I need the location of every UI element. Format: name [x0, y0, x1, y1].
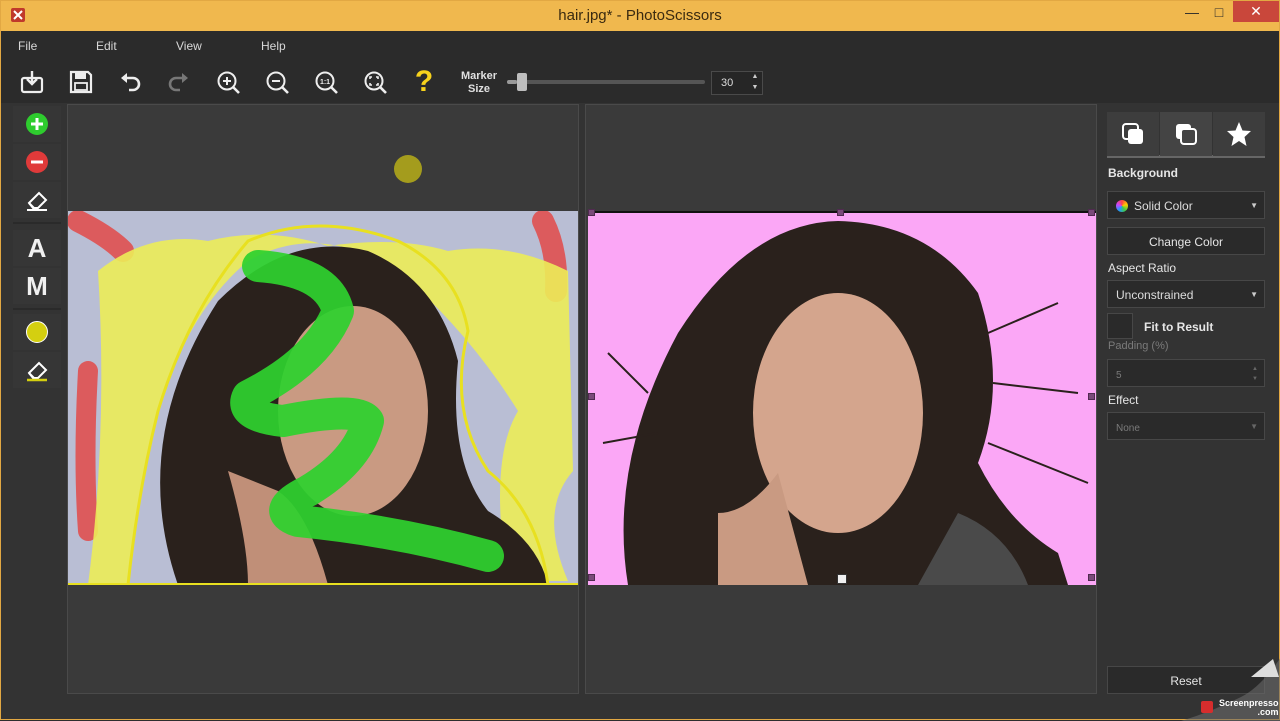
marker-size-label: Marker Size: [454, 70, 504, 96]
zoom-in-icon: [217, 71, 240, 94]
crop-handle[interactable]: [1088, 209, 1095, 216]
tab-background[interactable]: [1107, 112, 1159, 156]
marker-size-slider[interactable]: [507, 80, 705, 84]
save-button[interactable]: [64, 65, 98, 99]
redo-icon: [168, 73, 188, 92]
close-button[interactable]: ✕: [1233, 1, 1279, 22]
padding-value: 5: [1116, 370, 1122, 381]
keep-marker-button[interactable]: [13, 106, 61, 142]
redo-button[interactable]: [162, 65, 196, 99]
help-icon: ?: [414, 65, 434, 98]
watermark-text: Screenpresso .com: [1219, 699, 1279, 717]
zoom-actual-button[interactable]: 1:1: [309, 65, 343, 99]
tab-foreground[interactable]: [1160, 112, 1212, 156]
aspect-ratio-dropdown[interactable]: Unconstrained ▼: [1107, 280, 1265, 308]
marker-size-slider-thumb[interactable]: [516, 73, 527, 91]
effect-dropdown[interactable]: None ▼: [1107, 412, 1265, 440]
marker-size-spinner[interactable]: ▲ ▼: [747, 71, 763, 95]
toolbar: 1:1 ? Marker Size 30 ▲ ▼: [1, 61, 1279, 103]
crop-handle[interactable]: [1088, 393, 1095, 400]
zoom-actual-label: 1:1: [320, 79, 330, 86]
minimize-button[interactable]: —: [1177, 1, 1207, 25]
tool-separator: [13, 222, 61, 224]
app-window: hair.jpg* - PhotoScissors — □ ✕ File Edi…: [0, 0, 1280, 721]
padding-spinner[interactable]: ▲ ▼: [1252, 364, 1258, 384]
watermark-line2: .com: [1257, 707, 1279, 717]
zoom-in-button[interactable]: [211, 65, 245, 99]
eraser-button[interactable]: [13, 182, 61, 218]
effects-tab-icon: [1227, 122, 1251, 146]
undo-button[interactable]: [113, 65, 147, 99]
fit-to-result-checkbox[interactable]: [1107, 313, 1133, 339]
aspect-ratio-value: Unconstrained: [1116, 288, 1194, 302]
change-color-button[interactable]: Change Color: [1107, 227, 1265, 255]
result-photo-image: [588, 213, 1096, 585]
marker-size-label-line1: Marker: [460, 70, 498, 82]
zoom-fit-icon: [364, 71, 387, 94]
maximize-button[interactable]: □: [1205, 1, 1233, 25]
marker-color-button[interactable]: [13, 314, 61, 350]
marker-color-swatch: [26, 321, 48, 343]
chevron-down-icon: ▼: [1250, 290, 1258, 299]
source-photo[interactable]: [68, 211, 578, 585]
background-tab-icon: [1122, 123, 1143, 144]
menu-help[interactable]: Help: [261, 39, 286, 53]
crop-handle[interactable]: [837, 209, 844, 216]
marker-size-slider-fill: [507, 80, 517, 84]
result-photo[interactable]: [588, 211, 1096, 585]
panel-tabs: [1107, 112, 1265, 158]
eraser-icon: [27, 361, 48, 382]
tool-palette: A M: [9, 104, 65, 694]
plus-circle-icon: [26, 113, 48, 135]
open-button[interactable]: [15, 65, 49, 99]
source-photo-image: [68, 211, 578, 583]
fit-to-result-label: Fit to Result: [1144, 320, 1214, 334]
remove-marker-button[interactable]: [13, 144, 61, 180]
zoom-fit-button[interactable]: [358, 65, 392, 99]
help-button[interactable]: ?: [407, 65, 441, 99]
background-type-value: Solid Color: [1134, 199, 1193, 213]
effect-value: None: [1116, 423, 1140, 434]
auto-mode-button[interactable]: A: [13, 230, 61, 266]
marker-eraser-button[interactable]: [13, 352, 61, 388]
save-icon: [69, 70, 93, 94]
title-bar: hair.jpg* - PhotoScissors — □ ✕: [1, 1, 1279, 31]
tool-separator: [13, 308, 61, 310]
foreground-tab-icon: [1176, 124, 1197, 145]
minus-circle-icon: [26, 151, 48, 173]
result-canvas[interactable]: [585, 104, 1097, 694]
manual-mode-button[interactable]: M: [13, 268, 61, 304]
crop-handle-bottom-center[interactable]: [837, 574, 847, 584]
background-type-dropdown[interactable]: Solid Color ▼: [1107, 191, 1265, 219]
crop-handle[interactable]: [588, 574, 595, 581]
menu-bar: File Edit View Help: [1, 31, 1279, 61]
crop-handle[interactable]: [588, 209, 595, 216]
source-canvas[interactable]: [67, 104, 579, 694]
aspect-ratio-label: Aspect Ratio: [1108, 261, 1177, 275]
menu-file[interactable]: File: [18, 39, 37, 53]
brush-cursor: [394, 155, 422, 183]
settings-panel: Background Solid Color ▼ Change Color As…: [1101, 104, 1279, 694]
marker-size-label-line2: Size: [467, 83, 490, 95]
menu-view[interactable]: View: [176, 39, 202, 53]
tab-effects[interactable]: [1213, 112, 1265, 156]
color-wheel-icon: [1116, 200, 1128, 212]
effect-label: Effect: [1108, 393, 1139, 407]
chevron-down-icon: ▼: [1250, 422, 1258, 431]
open-icon: [20, 71, 44, 94]
chevron-down-icon: ▼: [1250, 201, 1258, 210]
zoom-actual-icon: 1:1: [315, 71, 338, 94]
eraser-icon: [27, 191, 48, 211]
padding-input[interactable]: 5 ▲ ▼: [1107, 359, 1265, 387]
zoom-out-button[interactable]: [260, 65, 294, 99]
crop-handle[interactable]: [1088, 574, 1095, 581]
menu-edit[interactable]: Edit: [96, 39, 117, 53]
undo-icon: [121, 73, 141, 92]
background-label: Background: [1108, 166, 1179, 180]
crop-handle[interactable]: [588, 393, 595, 400]
padding-label: Padding (%): [1108, 340, 1169, 352]
zoom-out-icon: [266, 71, 289, 94]
window-title: hair.jpg* - PhotoScissors: [558, 7, 722, 24]
